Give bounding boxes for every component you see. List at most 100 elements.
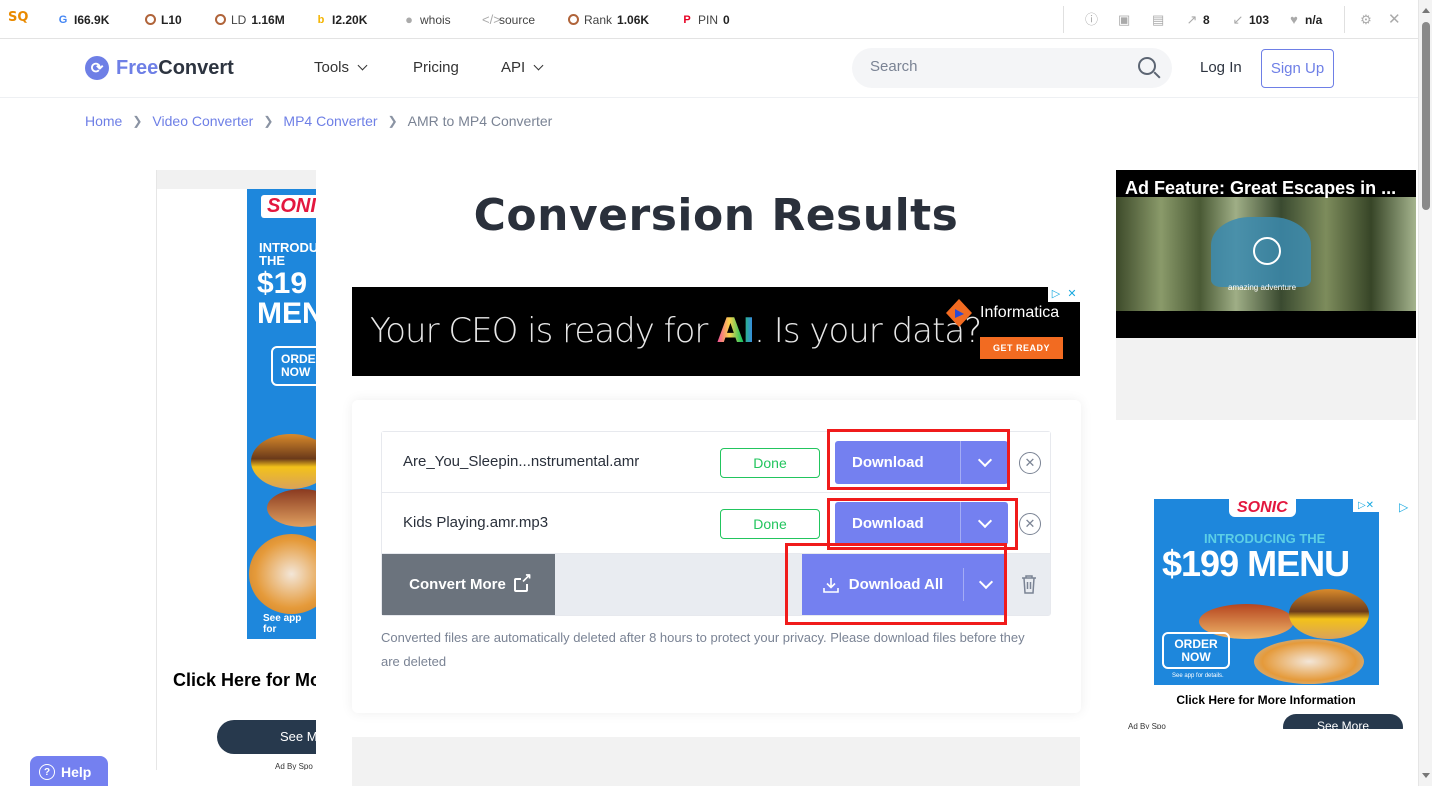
left-sidebar-ad[interactable]: SONIC INTRODU THE $19 MEN ORDE NOW See a… xyxy=(156,170,316,770)
close-icon: ✕ xyxy=(1388,10,1401,28)
file-row: Are_You_Sleepin...nstrumental.amr Done D… xyxy=(382,432,1050,493)
download-button[interactable]: Download xyxy=(835,441,1008,484)
wrap-image xyxy=(1254,639,1364,684)
sonic-logo: SONIC xyxy=(261,195,316,218)
download-all-options-dropdown[interactable] xyxy=(964,554,1007,615)
breadcrumb-current: AMR to MP4 Converter xyxy=(407,113,553,129)
scroll-up-arrow-icon[interactable] xyxy=(1422,8,1430,13)
breadcrumb: Home ❯ Video Converter ❯ MP4 Converter ❯… xyxy=(85,113,552,129)
ad-headline: Your CEO is ready for AI. Is your data? xyxy=(370,311,982,351)
chevron-down-icon xyxy=(978,574,993,589)
health-score[interactable]: ♥ n/a xyxy=(1288,0,1322,39)
download-all-button[interactable]: Download All xyxy=(802,554,1007,615)
file-name: Kids Playing.amr.mp3 xyxy=(403,514,549,531)
density-button[interactable]: ▣ xyxy=(1118,0,1130,39)
seo-toolbar: SQ G I66.9K L10 LD 1.16M b I2.20K ● whois… xyxy=(0,0,1432,39)
page-scrollbar[interactable] xyxy=(1418,0,1432,786)
pinterest-pins[interactable]: P PIN 0 xyxy=(681,0,729,39)
scrollbar-thumb[interactable] xyxy=(1422,22,1430,210)
get-ready-button[interactable]: GET READY xyxy=(980,337,1063,359)
close-circle-icon: ✕ xyxy=(1024,455,1036,470)
convert-more-button[interactable]: Convert More xyxy=(382,554,555,615)
external-links[interactable]: ↗ 8 xyxy=(1186,0,1210,39)
source-link[interactable]: </> source xyxy=(482,0,535,39)
internal-link-icon: ↙ xyxy=(1232,11,1244,27)
page-title: Conversion Results xyxy=(473,190,959,241)
breadcrumb-video-converter[interactable]: Video Converter xyxy=(152,113,253,129)
close-ad-icon[interactable]: ✕ xyxy=(1064,287,1080,302)
file-row: Kids Playing.amr.mp3 Done Download ✕ xyxy=(382,493,1050,554)
status-badge: Done xyxy=(720,448,820,478)
report-button[interactable]: ▤ xyxy=(1152,0,1164,39)
video-ad[interactable]: amazing adventure Ad Feature: Great Esca… xyxy=(1116,170,1416,420)
seoquake-logo-icon[interactable]: SQ xyxy=(8,10,28,25)
rank[interactable]: Rank 1.06K xyxy=(568,0,649,39)
signup-button[interactable]: Sign Up xyxy=(1261,49,1334,88)
gear-icon: ⚙ xyxy=(1360,11,1372,27)
informatica-logo-icon xyxy=(946,299,972,327)
download-options-dropdown[interactable] xyxy=(961,441,1008,484)
download-button[interactable]: Download xyxy=(835,502,1008,545)
breadcrumb-mp4-converter[interactable]: MP4 Converter xyxy=(283,113,377,129)
login-link[interactable]: Log In xyxy=(1200,59,1242,76)
remove-file-button[interactable]: ✕ xyxy=(1019,513,1041,535)
info-button[interactable]: ⓘ xyxy=(1085,0,1099,39)
adchoices-icon[interactable]: ▷✕ xyxy=(1353,499,1379,512)
ad-see-more-button[interactable]: See M xyxy=(217,720,316,754)
ad-see-more-button[interactable]: See More xyxy=(1283,714,1403,729)
file-name: Are_You_Sleepin...nstrumental.amr xyxy=(403,453,640,470)
close-toolbar-button[interactable]: ✕ xyxy=(1388,0,1401,39)
burger-image xyxy=(251,434,316,489)
scroll-down-arrow-icon[interactable] xyxy=(1422,773,1430,778)
breadcrumb-home[interactable]: Home xyxy=(85,113,122,129)
right-sonic-ad[interactable]: SONIC ▷✕ INTRODUCING THE $199 MENU ORDER… xyxy=(1116,499,1416,729)
conversion-results-card: Are_You_Sleepin...nstrumental.amr Done D… xyxy=(352,400,1081,713)
privacy-note: Converted files are automatically delete… xyxy=(381,630,1025,669)
bing-index[interactable]: b I2.20K xyxy=(315,0,368,39)
sonic-ad-image[interactable]: SONIC ▷✕ INTRODUCING THE $199 MENU ORDER… xyxy=(1154,499,1379,685)
info-icon: ⓘ xyxy=(1085,11,1099,27)
internal-links[interactable]: ↙ 103 xyxy=(1232,0,1269,39)
help-button[interactable]: ? Help xyxy=(30,756,108,786)
adchoices[interactable]: ▷ ✕ xyxy=(1048,287,1080,302)
monitor-icon: ▣ xyxy=(1118,11,1131,27)
ad-disclaimer: See app for details. xyxy=(1172,673,1224,679)
remove-file-button[interactable]: ✕ xyxy=(1019,452,1041,474)
ad-attribution: Ad By Spo xyxy=(275,762,313,770)
search-input[interactable] xyxy=(870,58,1120,75)
heart-pulse-icon: ♥ xyxy=(1290,11,1298,27)
nav-api[interactable]: API xyxy=(501,59,544,76)
search-icon[interactable] xyxy=(1138,57,1156,75)
chevron-right-icon: ❯ xyxy=(263,114,274,128)
whois-link[interactable]: ● whois xyxy=(403,0,451,39)
informatica-banner-ad[interactable]: Your CEO is ready for AI. Is your data? … xyxy=(352,287,1080,376)
google-index[interactable]: G I66.9K xyxy=(57,0,110,39)
forest-scene: amazing adventure xyxy=(1116,197,1416,311)
refresh-logo-icon: ⟳ xyxy=(85,56,109,80)
freeconvert-logo[interactable]: ⟳ FreeConvert xyxy=(85,56,234,80)
settings-button[interactable]: ⚙ xyxy=(1360,0,1372,39)
adchoices-icon[interactable]: ▷ xyxy=(1399,500,1408,514)
download-options-dropdown[interactable] xyxy=(961,502,1008,545)
chevron-down-icon xyxy=(533,60,544,71)
file-list: Are_You_Sleepin...nstrumental.amr Done D… xyxy=(381,431,1051,616)
links-count[interactable]: L10 xyxy=(145,0,182,39)
delete-all-trash-icon[interactable] xyxy=(1021,574,1037,594)
nav-tools[interactable]: Tools xyxy=(314,59,368,76)
adchoices-icon[interactable]: ▷ xyxy=(1048,287,1064,302)
order-now-button[interactable]: ORDER NOW xyxy=(1162,632,1230,669)
sonic-ad-image[interactable]: SONIC INTRODU THE $19 MEN ORDE NOW See a… xyxy=(247,189,316,639)
nav-pricing[interactable]: Pricing xyxy=(413,59,459,76)
video-player[interactable]: amazing adventure Ad Feature: Great Esca… xyxy=(1116,170,1416,338)
burger-image xyxy=(1289,589,1369,639)
wrap-image xyxy=(249,534,316,614)
ad-click-here-link[interactable]: Click Here for Mo xyxy=(173,670,316,691)
linking-domains[interactable]: LD 1.16M xyxy=(215,0,285,39)
search-box xyxy=(852,48,1172,88)
ad-brand: Informatica xyxy=(980,304,1060,321)
order-now-button[interactable]: ORDE NOW xyxy=(271,346,316,386)
site-header: ⟳ FreeConvert Tools Pricing API Log In S… xyxy=(0,39,1418,98)
external-link-icon xyxy=(513,570,532,592)
external-link-icon: ↗ xyxy=(1186,11,1198,27)
ad-click-here-link[interactable]: Click Here for More Information xyxy=(1116,693,1416,707)
